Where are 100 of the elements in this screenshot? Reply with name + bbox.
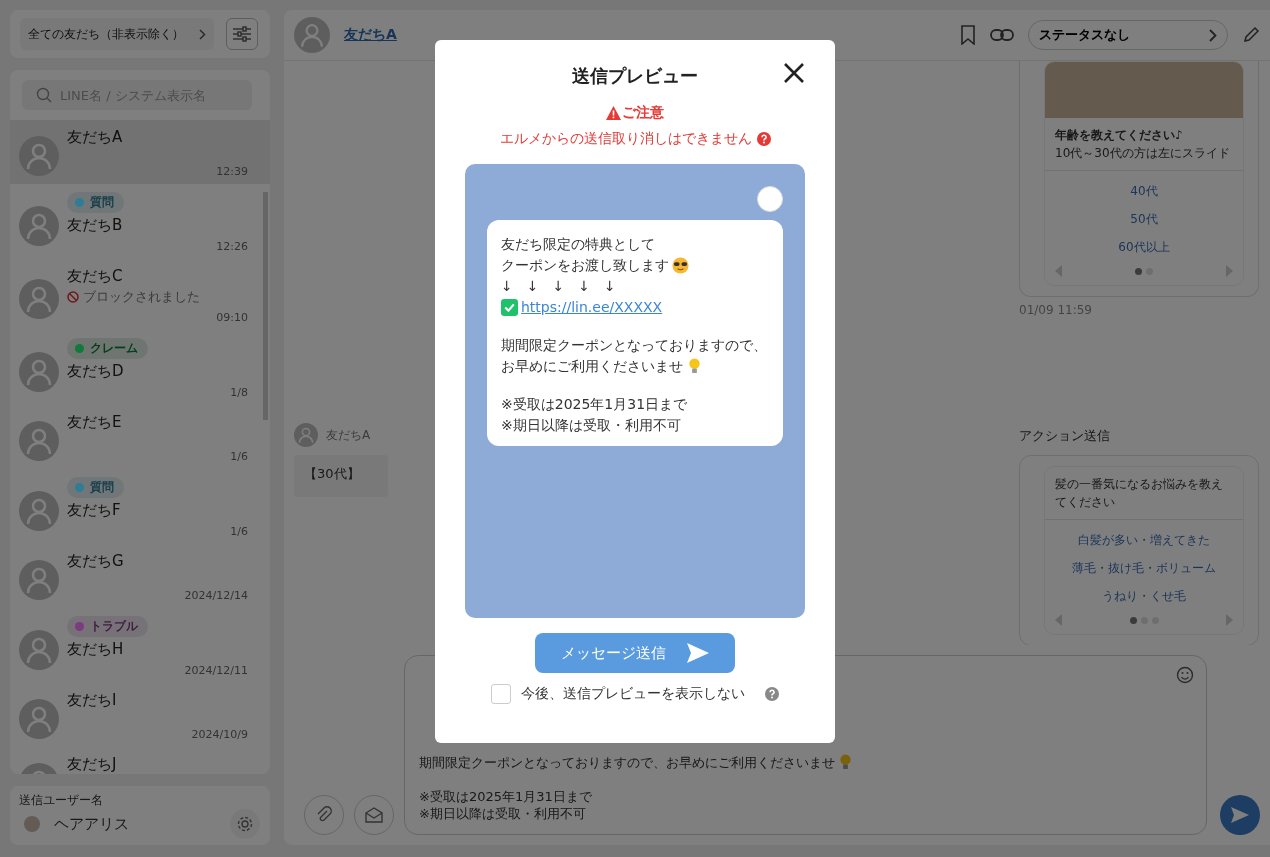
status-dropdown[interactable]: ステータスなし <box>1028 20 1228 50</box>
section-label: アクション送信 <box>1019 427 1111 445</box>
last-message-time: 09:10 <box>216 311 248 324</box>
message-text: ↓ ↓ ↓ ↓ ↓ <box>501 277 616 296</box>
last-message-time: 2024/12/11 <box>184 664 248 677</box>
option-link[interactable]: 60代以上 <box>1118 233 1170 261</box>
blocked-note: ブロックされました <box>83 288 200 306</box>
message-text: ※受取は2025年1月31日まで <box>501 395 688 414</box>
friend-name: 友だちC <box>67 267 123 286</box>
last-message-time: 1/8 <box>230 386 248 399</box>
sender-name: 友だちA <box>326 426 371 444</box>
friend-name: 友だちG <box>67 552 124 571</box>
friend-name-link[interactable]: 友だちA <box>344 26 397 44</box>
sender-label: 送信ユーザー名 <box>19 792 104 809</box>
last-message-time: 2024/10/9 <box>191 728 248 741</box>
avatar-icon <box>19 490 59 531</box>
avatar-icon <box>19 421 59 461</box>
card-title: 年齢を教えてください♪ <box>1055 127 1184 144</box>
option-link[interactable]: 薄毛・抜け毛・ボリューム <box>1072 554 1216 582</box>
last-message-time: 1/6 <box>230 525 248 538</box>
card-title: 髪の一番気になるお悩みを教えてください <box>1055 476 1224 511</box>
message-text: クーポンをお渡し致します <box>501 256 669 275</box>
avatar-icon <box>19 136 59 176</box>
message-time: 01/09 11:59 <box>1019 303 1093 317</box>
last-message-time: 12:26 <box>216 240 248 253</box>
coupon-link[interactable]: https://lin.ee/XXXXX <box>521 297 663 318</box>
friend-name: 友だちE <box>67 413 122 432</box>
friend-list-item[interactable]: 友だちI 2024/10/9 <box>10 683 270 747</box>
last-message-time: 2024/12/14 <box>184 589 248 602</box>
sender-name: ヘアアリス <box>54 814 130 834</box>
friend-list-item[interactable]: クレーム 友だちD 1/8 <box>10 330 270 405</box>
message-bubble: 【30代】 <box>294 455 388 497</box>
friend-list-item[interactable]: 友だちG 2024/12/14 <box>10 544 270 608</box>
photo-placeholder <box>24 816 40 832</box>
warning-title: ご注意 <box>622 104 664 122</box>
avatar-icon <box>19 629 59 670</box>
friend-list-item[interactable]: 質問 友だちB 12:26 <box>10 184 270 259</box>
bookmark-icon[interactable] <box>960 25 976 45</box>
checkmark-icon <box>501 299 518 316</box>
light-bulb-icon <box>837 754 854 771</box>
warning-icon <box>606 106 621 120</box>
message-text: 期間限定クーポンとなっておりますので、 <box>501 336 767 355</box>
option-link[interactable]: 白髪が多い・増えてきた <box>1078 526 1210 554</box>
friend-name: 友だちI <box>67 691 117 710</box>
blocked-icon <box>67 291 79 303</box>
friend-name: 友だちJ <box>67 755 117 774</box>
avatar-icon <box>294 17 330 53</box>
message-text: 期間限定クーポンとなっておりますので、お早めにご利用くださいませ <box>419 754 835 771</box>
avatar-icon <box>19 699 59 739</box>
message-text: ※受取は2025年1月31日まで <box>419 788 592 805</box>
settings-icon[interactable] <box>230 809 260 839</box>
scrollbar[interactable] <box>263 192 268 420</box>
attach-icon[interactable] <box>304 795 344 835</box>
friend-name: 友だちF <box>67 501 121 520</box>
avatar-icon <box>294 423 318 447</box>
friend-list-item[interactable]: 友だちA 12:39 <box>10 120 270 184</box>
avatar-icon <box>19 351 59 392</box>
message-text: お早めにご利用くださいませ <box>501 357 683 376</box>
last-message-time: 12:39 <box>216 165 248 178</box>
option-link[interactable]: 40代 <box>1130 177 1158 205</box>
page-dot[interactable] <box>1129 616 1137 624</box>
message-text: ※期日以降は受取・利用不可 <box>501 416 681 435</box>
option-link[interactable]: うねり・くせ毛 <box>1102 582 1186 610</box>
page-dot[interactable] <box>1135 267 1142 275</box>
chevron-right-icon <box>1209 28 1217 42</box>
friend-name: 友だちA <box>67 128 123 147</box>
checkbox-label: 今後、送信プレビューを表示しない <box>521 685 745 703</box>
send-message-button[interactable]: メッセージ送信 <box>535 633 735 673</box>
option-link[interactable]: 50代 <box>1130 205 1158 233</box>
chevron-right-icon <box>199 28 206 40</box>
dialog-title: 送信プレビュー <box>572 64 698 88</box>
edit-icon[interactable] <box>1242 26 1260 44</box>
search-icon <box>36 87 52 103</box>
sunglasses-face-icon <box>672 257 689 274</box>
friend-list-item[interactable]: 友だちC ブロックされました 09:10 <box>10 259 270 330</box>
friend-list-item[interactable]: トラブル 友だちH 2024/12/11 <box>10 608 270 683</box>
avatar-icon <box>19 278 59 319</box>
last-message-time: 1/6 <box>230 450 248 463</box>
avatar-icon <box>19 205 59 246</box>
friend-name: 友だちH <box>67 640 124 659</box>
help-icon[interactable] <box>765 687 779 701</box>
message-text: ※期日以降は受取・利用不可 <box>419 805 586 822</box>
avatar-icon <box>19 560 59 600</box>
card-subtitle: 10代～30代の方は左にスライド <box>1055 145 1231 162</box>
send-icon[interactable] <box>1220 795 1260 835</box>
emoji-icon[interactable] <box>1176 666 1194 684</box>
message-text: 友だち限定の特典として <box>501 235 655 254</box>
filter-settings-icon[interactable] <box>226 18 258 50</box>
photo-placeholder <box>757 186 783 212</box>
friend-filter-button[interactable]: 全ての友だち（非表示除く） <box>20 18 214 50</box>
envelope-icon[interactable] <box>354 795 394 835</box>
friend-list-item[interactable]: 質問 友だちF 1/6 <box>10 469 270 544</box>
friend-name: 友だちD <box>67 362 124 381</box>
warning-text: エルメからの送信取り消しはできません <box>499 130 752 148</box>
friend-list-item[interactable]: 友だちE 1/6 <box>10 405 270 469</box>
help-icon[interactable] <box>756 132 771 146</box>
checkbox[interactable] <box>491 684 511 704</box>
link-icon[interactable] <box>990 28 1014 42</box>
friend-name: 友だちB <box>67 216 123 235</box>
paper-plane-icon <box>685 642 710 664</box>
